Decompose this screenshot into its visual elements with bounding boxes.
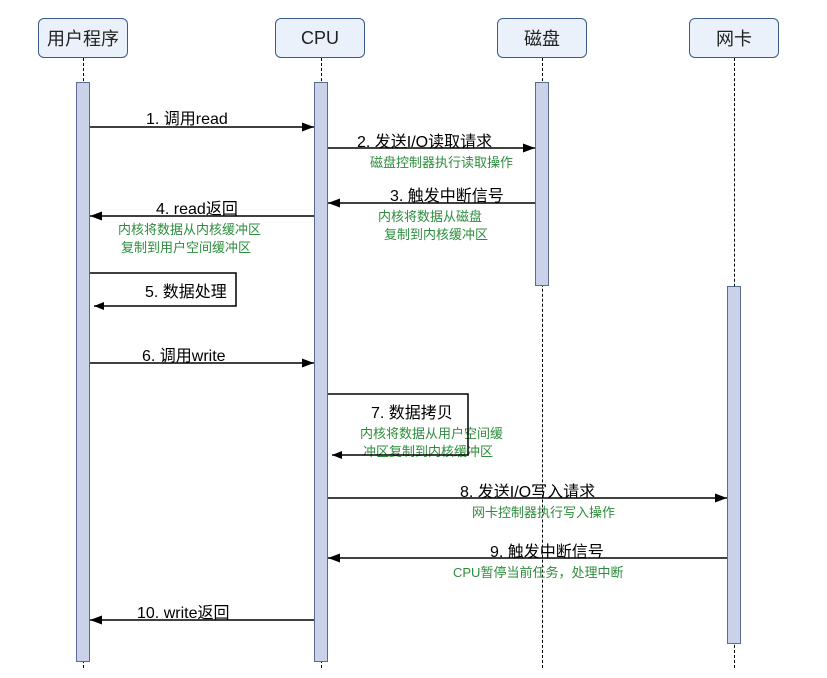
msg3-label: 3. 触发中断信号 [390, 182, 504, 206]
sequence-diagram: 用户程序 CPU 磁盘 网卡 1. 调用read 2. 发送I/O读取请求 磁盘… [0, 0, 827, 678]
msg2-note: 磁盘控制器执行读取操作 [370, 152, 513, 171]
msg1-label: 1. 调用read [146, 105, 228, 129]
participant-cpu: CPU [275, 18, 365, 58]
msg3-note-a: 内核将数据从磁盘 [378, 206, 482, 225]
msg6-label: 6. 调用write [142, 342, 226, 366]
msg3-note-b: 复制到内核缓冲区 [384, 224, 488, 243]
msg4-note-a: 内核将数据从内核缓冲区 [118, 219, 261, 238]
msg4-note-b: 复制到用户空间缓冲区 [121, 237, 251, 256]
activation-disk [535, 82, 549, 286]
msg4-label: 4. read返回 [156, 195, 238, 219]
msg8-label: 8. 发送I/O写入请求 [460, 478, 595, 502]
msg10-label: 10. write返回 [137, 599, 229, 623]
participant-user: 用户程序 [38, 18, 128, 58]
msg7-label: 7. 数据拷贝 [371, 399, 453, 423]
activation-user [76, 82, 90, 662]
activation-nic [727, 286, 741, 644]
msg2-label: 2. 发送I/O读取请求 [357, 128, 492, 152]
msg9-label: 9. 触发中断信号 [490, 538, 604, 562]
participant-disk: 磁盘 [497, 18, 587, 58]
msg7-note-b: 冲区复制到内核缓冲区 [363, 441, 493, 460]
msg5-label: 5. 数据处理 [145, 278, 227, 302]
arrows-layer [0, 0, 827, 678]
msg9-note: CPU暂停当前任务，处理中断 [453, 562, 623, 581]
participant-nic: 网卡 [689, 18, 779, 58]
activation-cpu [314, 82, 328, 662]
msg7-note-a: 内核将数据从用户空间缓 [360, 423, 503, 442]
msg8-note: 网卡控制器执行写入操作 [472, 502, 615, 521]
